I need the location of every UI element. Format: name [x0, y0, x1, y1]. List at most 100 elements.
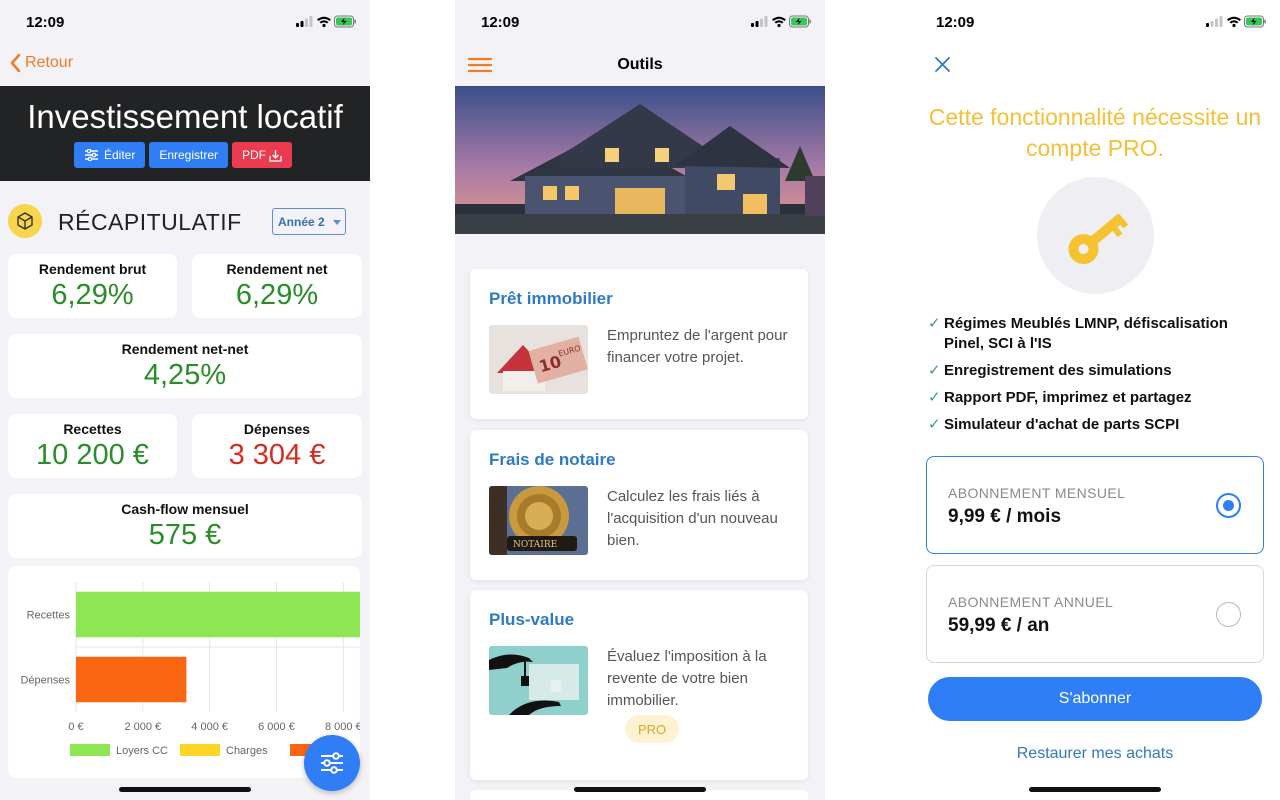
plan-price: 9,99 € / mois [948, 506, 1062, 527]
bar-depenses [76, 656, 187, 703]
pdf-button[interactable]: PDF [232, 142, 293, 168]
bar-recettes [76, 591, 360, 638]
x-tick-label: 4 000 € [191, 721, 228, 733]
signal-wifi-battery-icon [751, 15, 811, 28]
feature-text: Rapport PDF, imprimez et partagez [944, 389, 1192, 406]
income-label: Recettes [63, 421, 122, 437]
pdf-label: PDF [242, 148, 267, 162]
section-title: RÉCAPITULATIF [58, 209, 242, 235]
tool-card-capital-gain[interactable]: Plus-value Évaluez l'imposition à la rev… [470, 590, 808, 780]
tool-description: Évaluez l'imposition à la revente de vot… [607, 648, 767, 709]
feature-text: Simulateur d'achat de parts SCPI [944, 416, 1180, 433]
tool-card-notary-fees[interactable]: Frais de notaire NOTAIRE Calculez les fr… [470, 430, 808, 580]
back-label: Retour [25, 54, 74, 71]
legend-label: Loyers CC [116, 745, 168, 757]
settings-fab-button[interactable] [304, 735, 360, 791]
gross-yield-card: Rendement brut 6,29% [8, 254, 177, 318]
save-label: Enregistrer [159, 148, 219, 162]
sliders-icon [321, 752, 343, 774]
plan-label: ABONNEMENT ANNUEL [948, 594, 1114, 610]
nav-bar: Retour [0, 44, 370, 86]
status-bar: 12:09 [0, 0, 370, 44]
legend-swatch [70, 744, 110, 756]
paywall-title: Cette fonctionnalité nécessite un compte… [928, 104, 1262, 161]
net-yield-label: Rendement net [226, 261, 328, 277]
expenses-label: Dépenses [243, 421, 311, 437]
edit-label: Éditer [103, 148, 136, 162]
status-icons [751, 15, 811, 33]
tool-card-loan[interactable]: Prêt immobilier 10 EURO Empruntez de l'a… [470, 269, 808, 419]
feature-item: ✓ Régimes Meublés LMNP, défiscalisation P… [928, 314, 1258, 354]
home-indicator [574, 787, 706, 792]
cube-icon [8, 204, 42, 238]
net-net-yield-value: 4,25% [143, 359, 227, 391]
net-yield-value: 6,29% [235, 279, 319, 311]
income-card: Recettes 10 200 € [8, 414, 177, 478]
caret-down-icon [333, 220, 341, 225]
income-value: 10 200 € [36, 439, 149, 471]
legend-swatch [180, 744, 220, 756]
save-button[interactable]: Enregistrer [149, 142, 229, 168]
plan-option-monthly[interactable]: ABONNEMENT MENSUEL 9,99 € / mois [926, 456, 1264, 554]
status-time: 12:09 [481, 14, 520, 31]
gross-yield-label: Rendement brut [38, 261, 147, 277]
tool-title: Prêt immobilier [489, 289, 613, 308]
income-expenses-chart: 0 € 2 000 € 4 000 € 6 000 € 8 000 € Recettes D… [20, 582, 360, 757]
subscribe-button[interactable]: S'abonner [928, 677, 1262, 721]
status-bar: 12:09 [455, 0, 825, 44]
status-icons [1206, 15, 1266, 33]
sliders-icon [84, 149, 98, 161]
close-icon [935, 57, 950, 72]
year-select-value: Année 2 [278, 214, 325, 229]
status-time: 12:09 [26, 14, 65, 31]
home-indicator [119, 787, 251, 792]
status-icons [296, 15, 356, 33]
feature-item: ✓ Simulateur d'achat de parts SCPI [928, 415, 1258, 435]
key-icon [1037, 177, 1154, 294]
plan-label: ABONNEMENT MENSUEL [948, 485, 1126, 501]
pro-badge: PRO [625, 715, 680, 743]
plan-price: 59,99 € / an [948, 615, 1050, 636]
expenses-card: Dépenses 3 304 € [192, 414, 362, 478]
net-net-yield-label: Rendement net-net [121, 341, 249, 357]
feature-text: Régimes Meublés LMNP, défiscalisation Pi… [944, 315, 1228, 352]
cashflow-label: Cash-flow mensuel [121, 501, 249, 517]
income-expenses-chart-card: 0 € 2 000 € 4 000 € 6 000 € 8 000 € Recettes D… [8, 566, 360, 778]
check-icon: ✓ [928, 362, 941, 379]
restore-purchases-link[interactable]: Restaurer mes achats [910, 745, 1280, 763]
home-indicator [1029, 787, 1161, 792]
plan-radio-unselected[interactable] [1216, 602, 1241, 627]
back-button[interactable]: Retour [9, 53, 73, 73]
net-net-yield-card: Rendement net-net 4,25% [8, 334, 362, 398]
page-title: Outils [617, 56, 663, 73]
feature-item: ✓ Rapport PDF, imprimez et partagez [928, 388, 1258, 408]
expenses-value: 3 304 € [228, 439, 326, 471]
check-icon: ✓ [928, 315, 941, 332]
signal-wifi-battery-icon [296, 15, 356, 28]
tool-title: Plus-value [489, 610, 575, 629]
check-icon: ✓ [928, 389, 941, 406]
header-actions: Éditer Enregistrer PDF [0, 142, 370, 168]
tool-description: Calculez les frais liés à l'acquisition … [607, 488, 778, 549]
feature-text: Enregistrement des simulations [944, 362, 1172, 379]
close-button[interactable] [934, 56, 951, 78]
legend-label: Charges [226, 745, 268, 757]
plan-radio-selected[interactable] [1216, 493, 1241, 518]
feature-item: ✓ Enregistrement des simulations [928, 361, 1258, 381]
subscribe-label: S'abonner [1058, 690, 1132, 707]
x-tick-label: 8 000 € [325, 721, 360, 733]
year-select[interactable]: Année 2 [272, 208, 346, 235]
header-banner: Investissement locatif Éditer Enregistre… [0, 86, 370, 181]
x-tick-label: 6 000 € [258, 721, 295, 733]
status-time: 12:09 [936, 14, 975, 31]
chevron-left-icon [10, 53, 21, 73]
status-bar: 12:09 [910, 0, 1280, 44]
plan-option-yearly[interactable]: ABONNEMENT ANNUEL 59,99 € / an [926, 565, 1264, 663]
x-tick-label: 2 000 € [124, 721, 161, 733]
house-banner-image [455, 86, 825, 234]
signal-wifi-battery-icon [1206, 15, 1266, 28]
gross-yield-value: 6,29% [51, 279, 134, 311]
page-title: Investissement locatif [27, 98, 343, 135]
x-tick-label: 0 € [68, 721, 83, 733]
edit-button[interactable]: Éditer [73, 142, 146, 168]
